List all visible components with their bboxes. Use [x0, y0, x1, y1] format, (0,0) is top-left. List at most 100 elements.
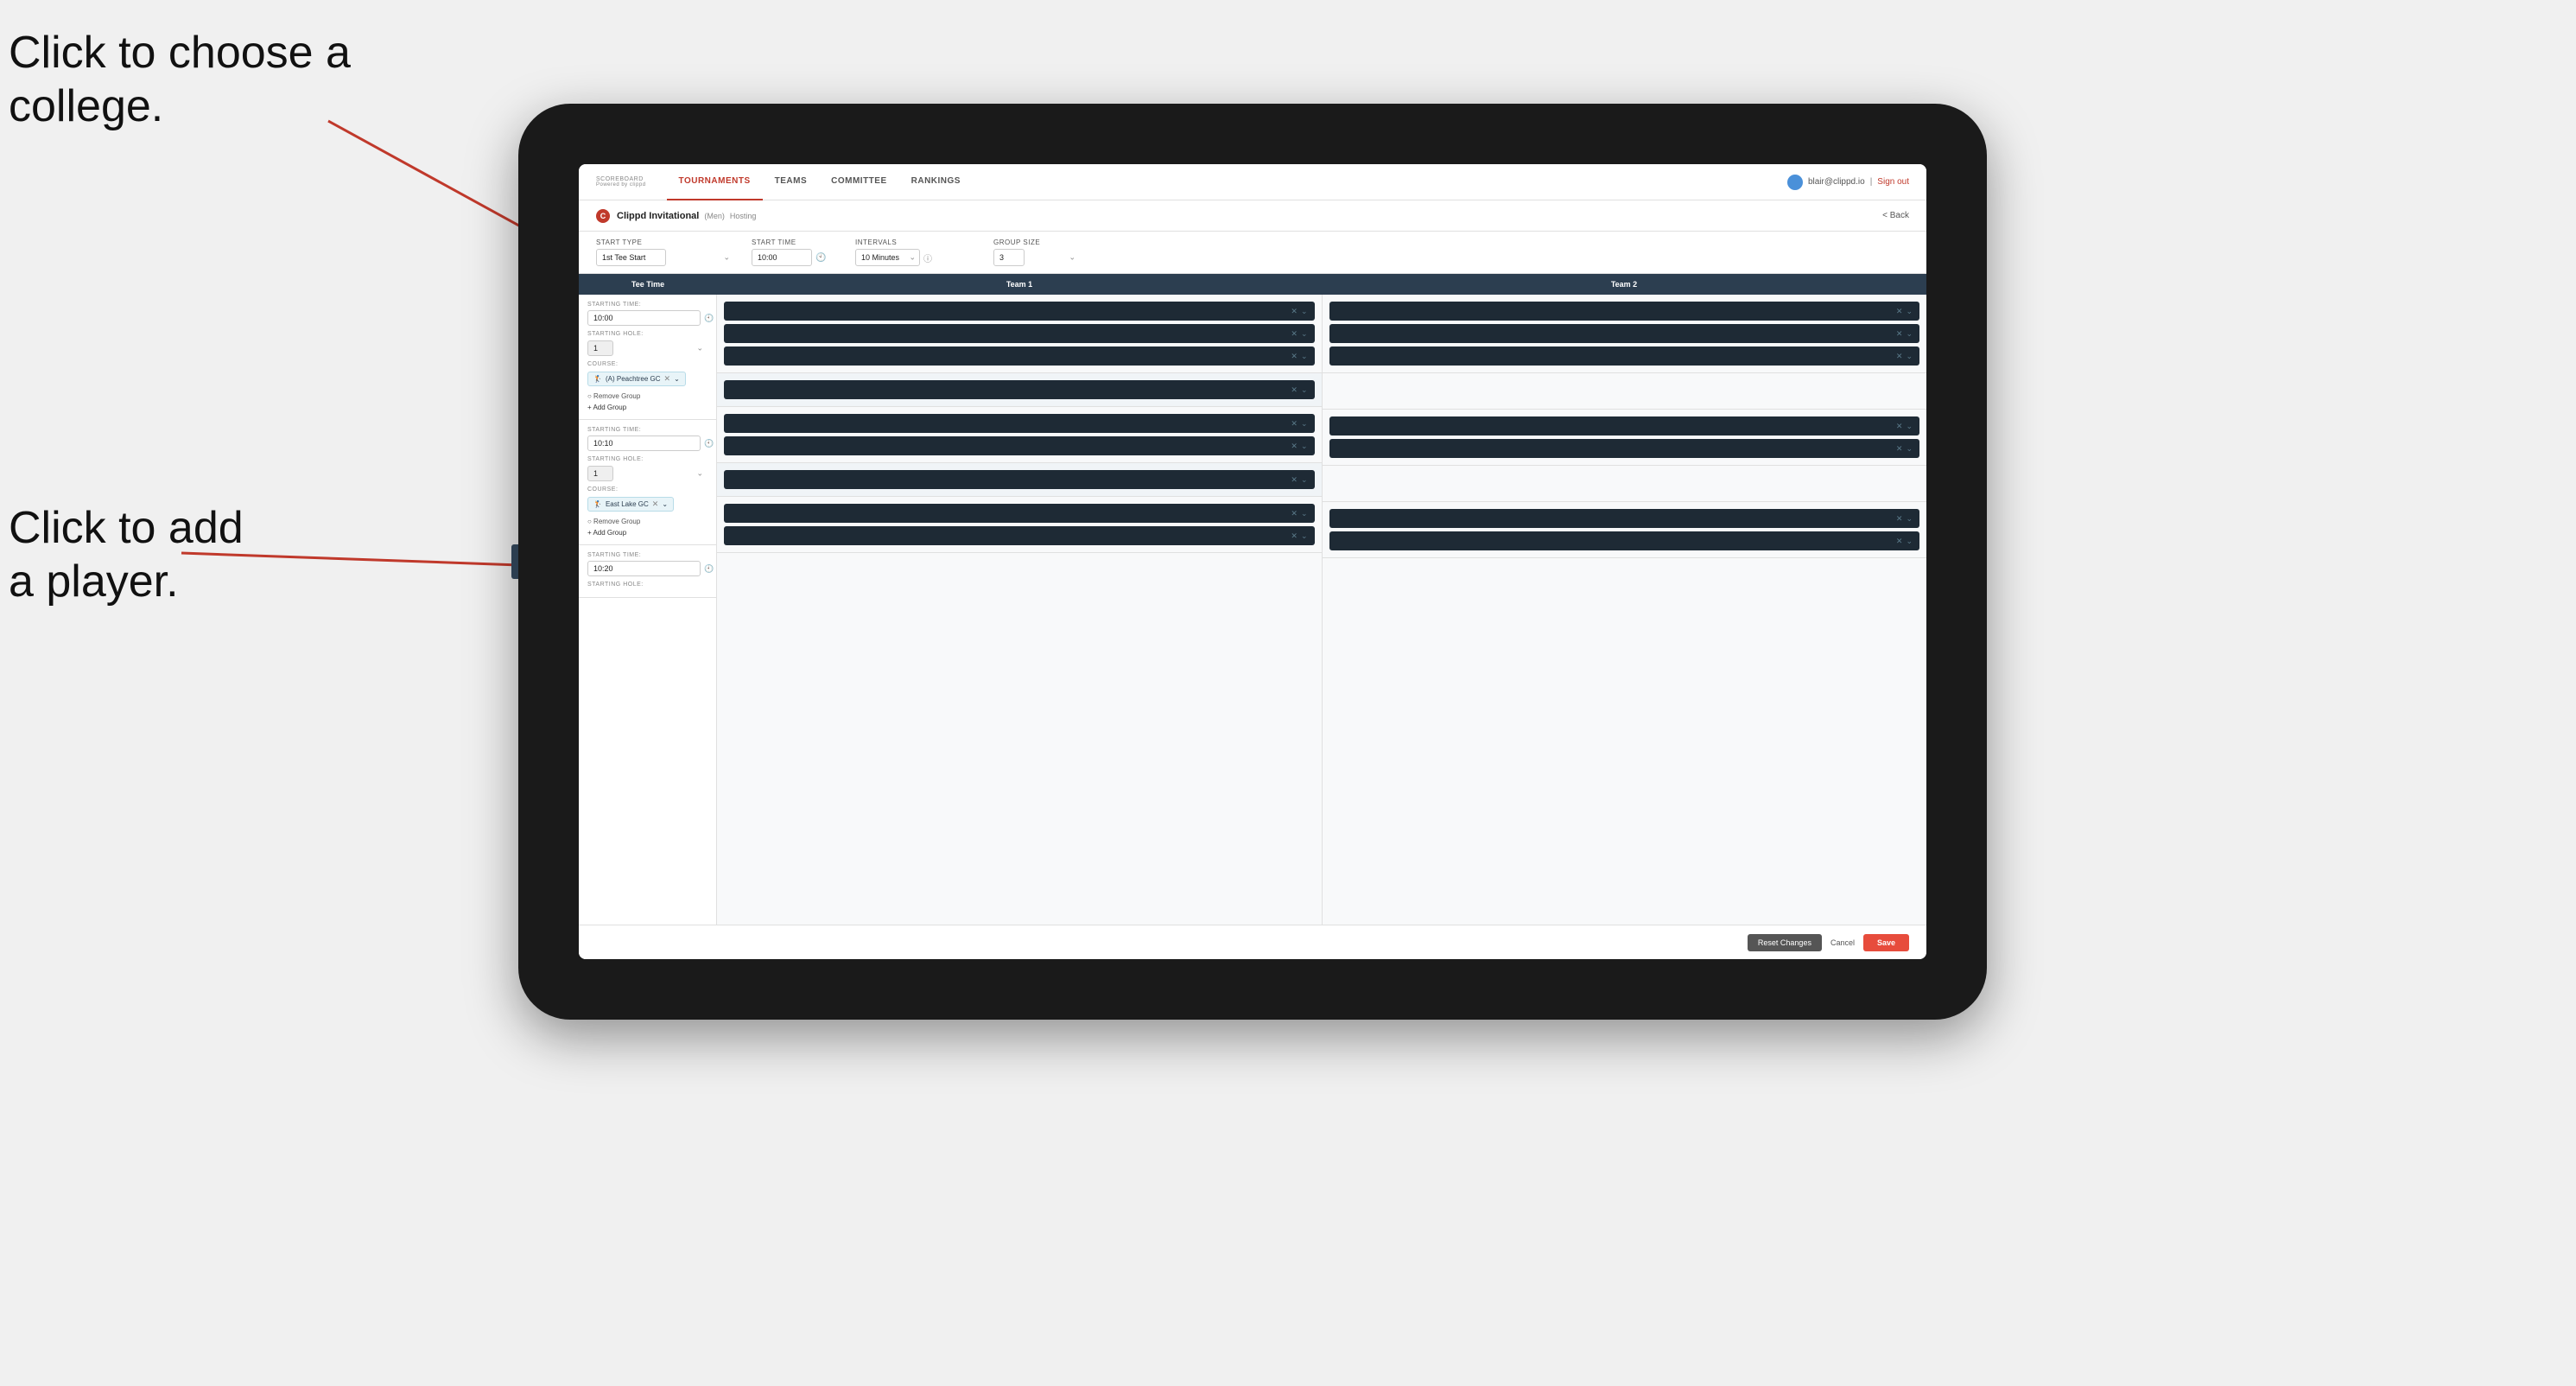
team1-course-block-2: ✕ ⌄: [717, 463, 1322, 497]
course-label-2: COURSE:: [587, 486, 707, 493]
tab-rankings[interactable]: RANKINGS: [899, 164, 973, 200]
player-chevron-icon-3-1[interactable]: ⌄: [1301, 509, 1308, 518]
team2-block-3: ✕ ⌄ ✕ ⌄: [1323, 502, 1927, 558]
group-size-group: Group Size 3: [993, 238, 1080, 266]
intervals-select[interactable]: 10 Minutes: [855, 249, 920, 266]
back-button[interactable]: < Back: [1882, 211, 1909, 220]
hole-select-2[interactable]: 1: [587, 466, 613, 481]
player-expand-icon-1-2[interactable]: ✕: [1291, 329, 1298, 339]
player-chevron-icon-1-1[interactable]: ⌄: [1301, 307, 1308, 316]
player-row-1-2: ✕ ⌄: [724, 324, 1315, 343]
clock-icon: 🕙: [815, 253, 826, 263]
tee-time-input-row-3: 🕙: [587, 561, 707, 576]
tee-time-input-2[interactable]: [587, 436, 701, 451]
group-size-select[interactable]: 3: [993, 249, 1025, 266]
player-row-1-3: ✕ ⌄: [724, 346, 1315, 366]
t2-player-row-2-2: ✕ ⌄: [1329, 439, 1920, 458]
t2-player-icon-1-2[interactable]: ✕: [1896, 329, 1903, 339]
player-expand-icon-3-1[interactable]: ✕: [1291, 509, 1298, 518]
right-panel: ✕ ⌄ ✕ ⌄ ✕ ⌄: [717, 295, 1926, 925]
player-row-2-1: ✕ ⌄: [724, 414, 1315, 433]
player-expand-icon-1-3[interactable]: ✕: [1291, 352, 1298, 361]
course-chevron-2: ⌄: [662, 500, 668, 508]
course-label-1: COURSE:: [587, 361, 707, 367]
t2-player-icon-3-1[interactable]: ✕: [1896, 514, 1903, 524]
course-name-2: East Lake GC: [606, 500, 649, 508]
starting-time-label-3: STARTING TIME:: [587, 552, 707, 558]
tee-time-input-1[interactable]: [587, 310, 701, 326]
hole-select-wrapper-1: 1: [587, 340, 707, 356]
sub-header-badge: (Men): [704, 212, 725, 220]
annotation-add-player: Click to add a player.: [9, 501, 244, 609]
annotation-line1: Click to choose a: [9, 28, 351, 78]
t2-player-chevron-2-1[interactable]: ⌄: [1906, 422, 1913, 431]
course-player-icon-1-1[interactable]: ✕: [1291, 385, 1298, 395]
nav-signout[interactable]: Sign out: [1877, 177, 1909, 187]
tab-teams[interactable]: TEAMS: [763, 164, 820, 200]
tab-committee[interactable]: COMMITTEE: [819, 164, 899, 200]
tab-tournaments[interactable]: TOURNAMENTS: [667, 164, 763, 200]
tee-block-2: STARTING TIME: 🕙 STARTING HOLE: 1 COUR: [579, 420, 716, 545]
remove-group-btn-2[interactable]: ○ Remove Group: [587, 517, 707, 526]
t2-player-chevron-1-2[interactable]: ⌄: [1906, 329, 1913, 339]
t2-player-row-1-2: ✕ ⌄: [1329, 324, 1920, 343]
team2-column: ✕ ⌄ ✕ ⌄ ✕ ⌄: [1323, 295, 1927, 925]
player-chevron-icon-2-1[interactable]: ⌄: [1301, 419, 1308, 429]
player-chevron-icon-1-3[interactable]: ⌄: [1301, 352, 1308, 361]
player-expand-icon-1-1[interactable]: ✕: [1291, 307, 1298, 316]
t2-player-chevron-3-2[interactable]: ⌄: [1906, 537, 1913, 546]
sub-header: C Clippd Invitational (Men) Hosting < Ba…: [579, 200, 1926, 232]
nav-bar: SCOREBOARD Powered by clippd TOURNAMENTS…: [579, 164, 1926, 200]
t2-player-icon-1-1[interactable]: ✕: [1896, 307, 1903, 316]
t2-player-chevron-3-1[interactable]: ⌄: [1906, 514, 1913, 524]
starting-time-label-1: STARTING TIME:: [587, 302, 707, 308]
player-chevron-icon-3-2[interactable]: ⌄: [1301, 531, 1308, 541]
nav-logo-text: SCOREBOARD: [596, 176, 646, 182]
player-chevron-icon-1-2[interactable]: ⌄: [1301, 329, 1308, 339]
save-button[interactable]: Save: [1863, 934, 1909, 951]
left-panel: STARTING TIME: 🕙 STARTING HOLE: 1 COUR: [579, 295, 717, 925]
course-player-icon-2-1[interactable]: ✕: [1291, 475, 1298, 485]
intervals-wrapper: 10 Minutes: [855, 249, 920, 266]
player-row-3-1: ✕ ⌄: [724, 504, 1315, 523]
add-group-btn-2[interactable]: + Add Group: [587, 528, 707, 537]
add-group-btn-1[interactable]: + Add Group: [587, 403, 707, 412]
team1-block-2: ✕ ⌄ ✕ ⌄: [717, 407, 1322, 463]
t2-player-icon-3-2[interactable]: ✕: [1896, 537, 1903, 546]
clock-icon-1: 🕙: [704, 314, 714, 323]
start-time-input[interactable]: [752, 249, 812, 266]
t2-player-icon-2-2[interactable]: ✕: [1896, 444, 1903, 454]
start-time-label: Start Time: [752, 238, 838, 246]
t2-player-row-3-2: ✕ ⌄: [1329, 531, 1920, 550]
hole-select-row-1: 1: [587, 340, 707, 356]
t2-player-icon-1-3[interactable]: ✕: [1896, 352, 1903, 361]
t2-player-row-1-3: ✕ ⌄: [1329, 346, 1920, 366]
t2-player-chevron-1-1[interactable]: ⌄: [1906, 307, 1913, 316]
player-row-2-2: ✕ ⌄: [724, 436, 1315, 455]
tee-time-input-row-2: 🕙: [587, 436, 707, 451]
course-player-chevron-1-1[interactable]: ⌄: [1301, 385, 1308, 395]
course-remove-2[interactable]: ✕: [652, 499, 659, 509]
cancel-button[interactable]: Cancel: [1830, 938, 1855, 947]
player-expand-icon-3-2[interactable]: ✕: [1291, 531, 1298, 541]
t2-player-chevron-1-3[interactable]: ⌄: [1906, 352, 1913, 361]
hole-select-1[interactable]: 1: [587, 340, 613, 356]
tee-time-input-3[interactable]: [587, 561, 701, 576]
group-size-wrapper: 3: [993, 249, 1080, 266]
course-player-chevron-2-1[interactable]: ⌄: [1301, 475, 1308, 485]
remove-group-btn-1[interactable]: ○ Remove Group: [587, 391, 707, 401]
group-actions-2: ○ Remove Group + Add Group: [587, 517, 707, 537]
annotation-line2: college.: [9, 81, 163, 131]
nav-tabs: TOURNAMENTS TEAMS COMMITTEE RANKINGS: [667, 164, 1787, 200]
course-remove-1[interactable]: ✕: [664, 374, 671, 384]
t2-player-chevron-2-2[interactable]: ⌄: [1906, 444, 1913, 454]
player-chevron-icon-2-2[interactable]: ⌄: [1301, 442, 1308, 451]
start-type-select[interactable]: 1st Tee Start: [596, 249, 666, 266]
start-time-group: Start Time 🕙: [752, 238, 838, 266]
nav-user: blair@clippd.io | Sign out: [1787, 175, 1909, 190]
reset-changes-button[interactable]: Reset Changes: [1748, 934, 1822, 951]
player-expand-icon-2-2[interactable]: ✕: [1291, 442, 1298, 451]
t2-player-icon-2-1[interactable]: ✕: [1896, 422, 1903, 431]
clock-icon-3: 🕙: [704, 564, 714, 574]
player-expand-icon-2-1[interactable]: ✕: [1291, 419, 1298, 429]
